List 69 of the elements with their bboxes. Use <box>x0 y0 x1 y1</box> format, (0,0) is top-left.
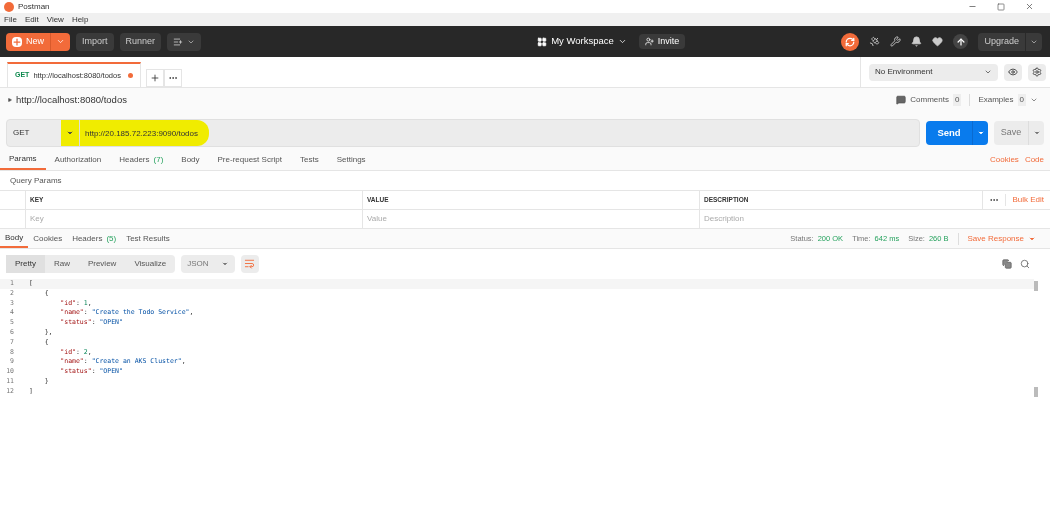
caret-icon <box>56 37 65 46</box>
request-title: http://localhost:8080/todos <box>16 92 127 107</box>
user-plus-icon <box>644 37 654 46</box>
response-tab[interactable]: Headers (5) <box>67 229 122 248</box>
new-window-button[interactable] <box>167 32 202 51</box>
caret-icon <box>1032 129 1041 137</box>
window-plus-icon <box>173 36 184 47</box>
settings-button[interactable] <box>1028 63 1046 81</box>
request-section-tab[interactable]: Headers (7) <box>110 150 173 170</box>
menu-item[interactable]: View <box>46 13 64 26</box>
view-mode-tab[interactable]: Visualize <box>125 254 176 273</box>
view-mode-tab[interactable]: Pretty <box>6 254 45 273</box>
invite-button[interactable]: Invite <box>638 34 686 49</box>
window-title: Postman <box>18 0 50 13</box>
caret-icon <box>976 129 985 137</box>
format-dropdown[interactable]: JSON <box>181 254 235 273</box>
caret-icon <box>617 37 627 46</box>
wrench-icon[interactable] <box>890 36 902 47</box>
request-section-tab[interactable]: Pre-request Script <box>208 150 291 170</box>
comment-icon <box>896 95 907 105</box>
request-section-tab[interactable]: Body <box>172 150 209 170</box>
query-params-title: Query Params <box>10 174 62 187</box>
eye-button[interactable] <box>1004 63 1022 81</box>
copy-icon[interactable] <box>1002 258 1012 269</box>
param-field[interactable]: Description <box>704 213 1050 225</box>
request-section-tab[interactable]: Tests <box>291 150 328 170</box>
view-mode-tab[interactable]: Raw <box>44 254 79 273</box>
import-button[interactable]: Import <box>76 32 114 51</box>
satellite-icon[interactable] <box>869 36 881 47</box>
request-section-tab[interactable]: Authorization <box>45 150 111 170</box>
response-tab[interactable]: Cookies <box>28 229 68 248</box>
settings-icon <box>1032 67 1042 77</box>
search-icon[interactable] <box>1020 258 1030 269</box>
sync-icon[interactable] <box>841 32 860 51</box>
expand-icon[interactable] <box>8 98 12 102</box>
menu-item[interactable]: Edit <box>24 13 39 26</box>
view-mode-tab[interactable]: Preview <box>78 254 126 273</box>
wrap-icon <box>244 258 256 269</box>
response-tab[interactable]: Test Results <box>121 229 175 248</box>
plus-icon <box>12 36 22 47</box>
param-field[interactable]: Key <box>30 213 362 225</box>
restore-icon[interactable] <box>997 2 1005 11</box>
examples-button[interactable]: Examples 0 <box>978 94 1038 106</box>
caret-icon <box>984 68 992 76</box>
method-dropdown[interactable]: GET <box>7 120 79 146</box>
close-icon[interactable] <box>1025 2 1034 11</box>
menu-item[interactable]: Help <box>71 13 89 26</box>
workspace-dropdown[interactable]: My Workspace <box>537 34 627 49</box>
grid-icon <box>537 36 548 47</box>
more-tabs-button[interactable] <box>164 69 182 87</box>
plus-icon <box>150 73 160 83</box>
comments-button[interactable]: Comments 0 <box>896 94 962 106</box>
heart-icon[interactable] <box>932 36 944 47</box>
app-logo-icon <box>4 1 14 12</box>
upload-icon[interactable] <box>953 34 969 49</box>
url-field[interactable]: http://20.185.72.223:9090/todos <box>79 120 209 146</box>
param-field[interactable]: Value <box>367 213 699 225</box>
request-section-tab[interactable]: Settings <box>327 150 375 170</box>
caret-icon <box>66 129 74 137</box>
upgrade-button[interactable]: Upgrade <box>978 32 1042 51</box>
eye-icon <box>1008 67 1018 77</box>
runner-button[interactable]: Runner <box>119 32 162 51</box>
bell-icon[interactable] <box>911 36 923 47</box>
caret-icon <box>1030 96 1038 104</box>
environment-dropdown[interactable]: No Environment <box>869 63 998 81</box>
wrap-button[interactable] <box>240 254 259 273</box>
send-button[interactable]: Send <box>926 121 988 145</box>
menu-item[interactable]: File <box>4 13 17 26</box>
save-button[interactable]: Save <box>994 121 1044 145</box>
